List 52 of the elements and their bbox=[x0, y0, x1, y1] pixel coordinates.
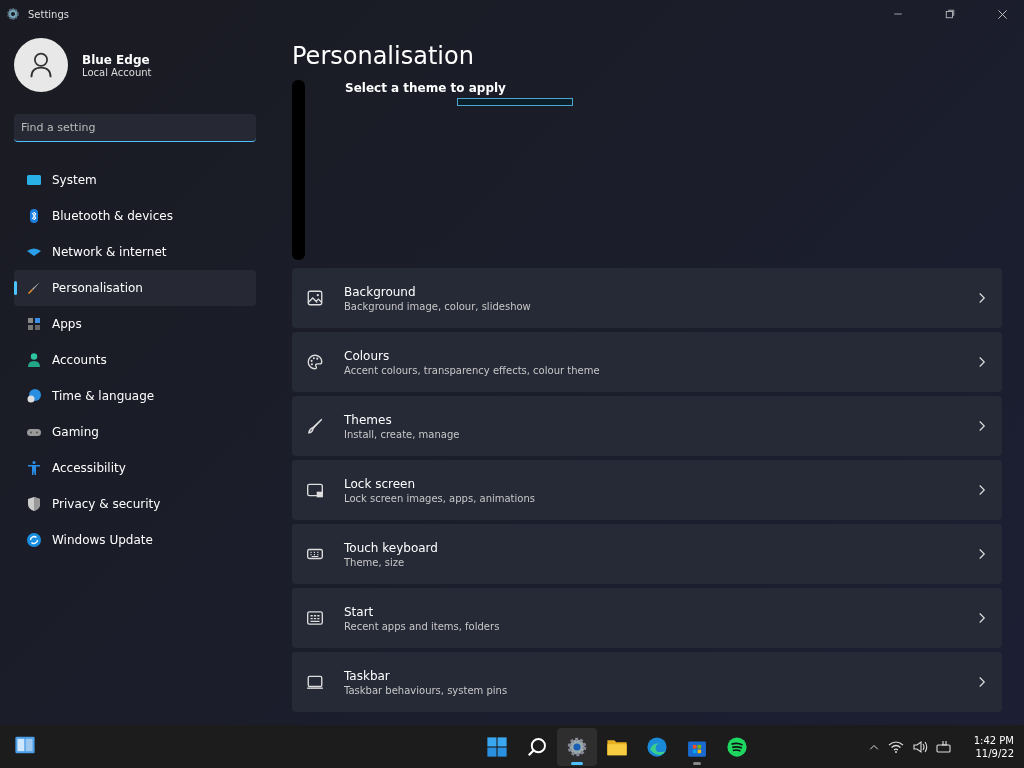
taskbar-app[interactable] bbox=[556, 727, 597, 766]
gear-icon bbox=[6, 7, 20, 21]
page-title: Personalisation bbox=[292, 42, 475, 70]
brush-icon bbox=[26, 280, 42, 296]
search-field[interactable]: Find a setting bbox=[14, 114, 256, 142]
image-icon bbox=[306, 289, 324, 307]
lock-screen-icon bbox=[306, 481, 324, 499]
laptop-icon bbox=[306, 673, 324, 691]
monitor-icon bbox=[26, 172, 42, 188]
shield-icon bbox=[26, 496, 42, 512]
sidebar-item[interactable]: Personalisation bbox=[14, 270, 256, 306]
settings-card[interactable]: Lock screen Lock screen images, apps, animations bbox=[292, 460, 1002, 520]
sidebar-item[interactable]: Time & language bbox=[14, 378, 256, 414]
account-name: Blue Edge bbox=[82, 52, 151, 67]
clock-date: 11/9/22 bbox=[975, 747, 1014, 759]
settings-card[interactable]: Start Recent apps and items, folders bbox=[292, 588, 1002, 648]
settings-card[interactable]: Themes Install, create, manage bbox=[292, 396, 1002, 456]
windows-logo-icon bbox=[485, 735, 508, 758]
person-icon bbox=[26, 352, 42, 368]
settings-card[interactable]: Touch keyboard Theme, size bbox=[292, 524, 1002, 584]
section-heading: Select a theme to apply bbox=[345, 81, 506, 95]
sidebar-item[interactable]: Apps bbox=[14, 306, 256, 342]
brush-icon bbox=[306, 417, 324, 435]
sidebar-item[interactable]: Privacy & security bbox=[14, 486, 256, 522]
sidebar-item[interactable]: System bbox=[14, 162, 256, 198]
settings-card[interactable]: Background Background image, colour, slideshow bbox=[292, 268, 1002, 328]
apps-icon bbox=[26, 316, 42, 332]
window-title: Settings bbox=[28, 8, 70, 20]
restore-icon bbox=[945, 9, 955, 19]
wifi-icon bbox=[887, 738, 904, 755]
clock-time: 1:42 PM bbox=[973, 734, 1014, 746]
sidebar-item[interactable]: Network & internet bbox=[14, 234, 256, 270]
sidebar-item[interactable]: Gaming bbox=[14, 414, 256, 450]
close-icon bbox=[996, 8, 1008, 20]
music-circle-icon bbox=[725, 735, 748, 758]
speaker-icon bbox=[911, 738, 928, 755]
accessibility-icon bbox=[26, 460, 42, 476]
palette-icon bbox=[306, 353, 324, 371]
browser-icon bbox=[645, 735, 668, 758]
account-type: Local Account bbox=[82, 66, 152, 78]
start-menu-icon bbox=[306, 609, 324, 627]
search-icon bbox=[525, 735, 548, 758]
settings-card[interactable]: Taskbar Taskbar behaviours, system pins bbox=[292, 652, 1002, 712]
sidebar-item[interactable]: Accounts bbox=[14, 342, 256, 378]
sidebar-item[interactable]: Accessibility bbox=[14, 450, 256, 486]
update-icon bbox=[26, 532, 42, 548]
sidebar-item[interactable]: Bluetooth & devices bbox=[14, 198, 256, 234]
sidebar-item[interactable]: Windows Update bbox=[14, 522, 256, 558]
gear-icon bbox=[565, 735, 588, 758]
settings-card[interactable]: Colours Accent colours, transparency effects, colour theme bbox=[292, 332, 1002, 392]
battery-plug-icon bbox=[935, 738, 952, 755]
globe-clock-icon bbox=[26, 388, 42, 404]
